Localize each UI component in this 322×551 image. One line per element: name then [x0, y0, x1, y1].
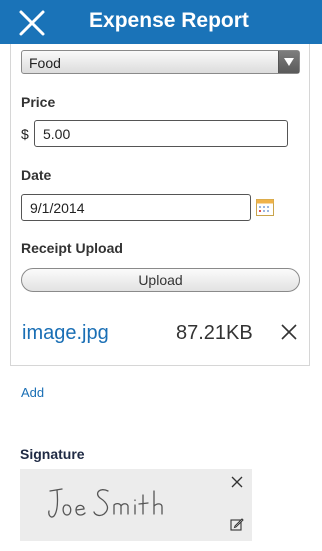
- calendar-icon[interactable]: [256, 198, 274, 216]
- category-select[interactable]: Food: [21, 50, 300, 74]
- currency-symbol: $: [21, 126, 29, 142]
- page-title: Expense Report: [89, 9, 249, 32]
- signature-image: [48, 488, 163, 518]
- receipt-file-size: 87.21KB: [176, 322, 253, 344]
- date-input[interactable]: 9/1/2014: [21, 194, 251, 221]
- add-item-link[interactable]: Add: [21, 385, 44, 400]
- chevron-down-icon[interactable]: [278, 51, 299, 73]
- signature-box[interactable]: [20, 469, 252, 541]
- price-input[interactable]: 5.00: [34, 120, 288, 147]
- receipt-upload-label: Receipt Upload: [21, 240, 123, 256]
- header-bar: Expense Report: [0, 0, 322, 44]
- close-icon[interactable]: [231, 476, 243, 488]
- upload-button[interactable]: Upload: [21, 268, 300, 292]
- close-icon[interactable]: [279, 322, 299, 342]
- edit-icon[interactable]: [230, 517, 244, 531]
- signature-label: Signature: [20, 446, 85, 462]
- price-label: Price: [21, 94, 56, 110]
- category-select-value: Food: [29, 55, 61, 71]
- date-label: Date: [21, 167, 52, 183]
- receipt-file-link[interactable]: image.jpg: [22, 322, 109, 345]
